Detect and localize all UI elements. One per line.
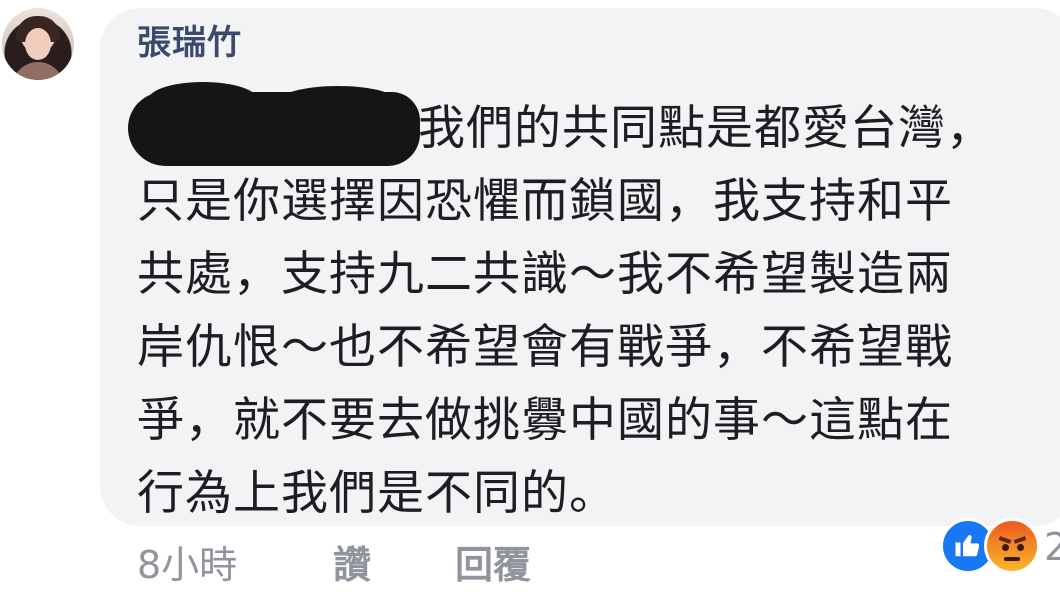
- comment-line: 岸仇恨～也不希望會有戰爭，不希望戰: [137, 320, 953, 375]
- reaction-count: 2: [1044, 525, 1060, 569]
- angry-icon: [984, 518, 1040, 574]
- reactions-summary[interactable]: 2: [940, 518, 1060, 578]
- comment-line: 我們的共同點是都愛台灣，: [418, 101, 994, 156]
- comment-line: 共處，支持九二共識～我不希望製造兩: [137, 247, 953, 302]
- comment-row: 張瑞竹 我們的共同點是都愛台灣， 只是你選擇因恐懼而鎖國，我支持和平 共處，支持…: [0, 0, 1060, 596]
- comment-line: 只是你選擇因恐懼而鎖國，我支持和平: [137, 174, 953, 229]
- comment-text: 我們的共同點是都愛台灣， 只是你選擇因恐懼而鎖國，我支持和平 共處，支持九二共識…: [137, 92, 1047, 530]
- author-name[interactable]: 張瑞竹: [137, 22, 242, 64]
- comment-line: 行為上我們是不同的。: [137, 466, 617, 521]
- comment-line: 爭，就不要去做挑釁中國的事～這點在: [137, 393, 953, 448]
- like-button[interactable]: 讚: [333, 540, 371, 590]
- timestamp[interactable]: 8小時: [137, 540, 237, 590]
- avatar[interactable]: [2, 8, 74, 80]
- reply-button[interactable]: 回覆: [455, 540, 531, 590]
